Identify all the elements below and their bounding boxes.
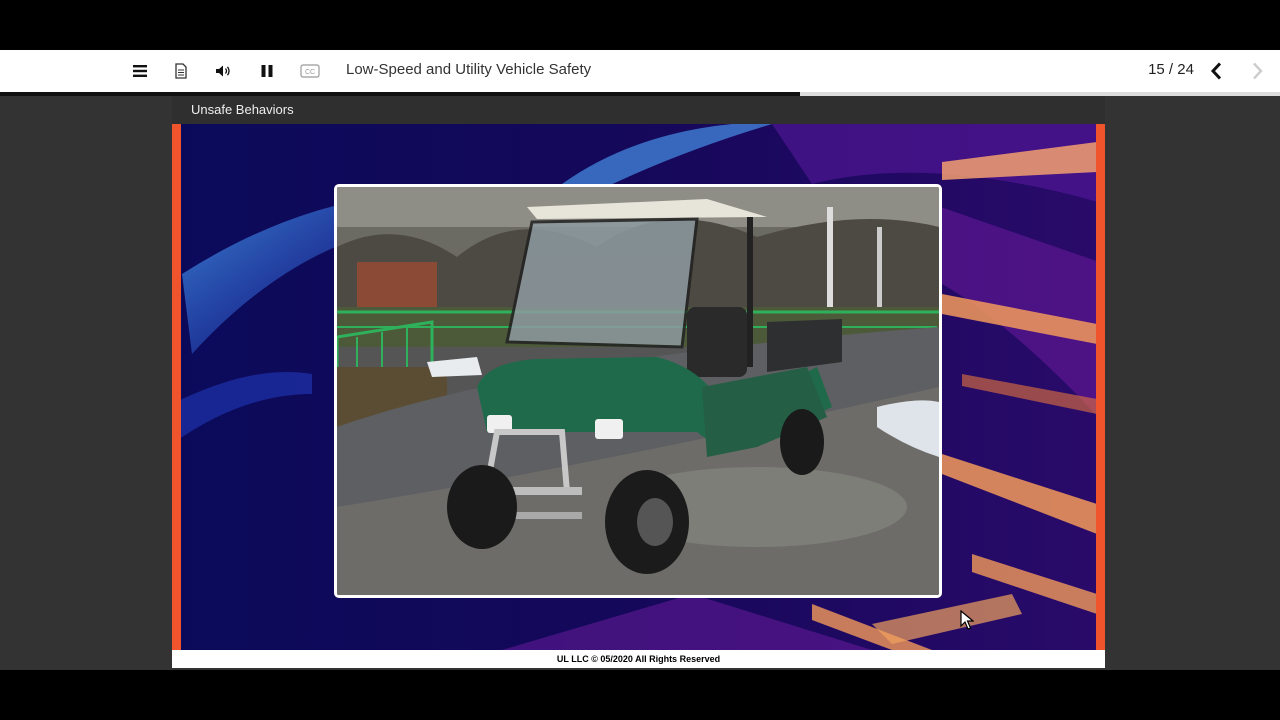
- player-toolbar: CC Low-Speed and Utility Vehicle Safety …: [0, 50, 1280, 92]
- chevron-right-icon: [1253, 62, 1263, 80]
- copyright-footer: UL LLC © 05/2020 All Rights Reserved: [172, 650, 1105, 668]
- captions-button[interactable]: CC: [296, 50, 324, 92]
- chevron-left-icon: [1210, 62, 1222, 80]
- previous-slide-button[interactable]: [1202, 50, 1230, 92]
- pause-icon: [261, 65, 273, 77]
- document-icon: [175, 63, 187, 79]
- speaker-volume-icon: [216, 65, 230, 77]
- page-counter: 15 / 24: [1148, 61, 1194, 78]
- vehicle-photo: [334, 184, 942, 598]
- mouse-cursor-icon: [960, 610, 974, 630]
- transcript-button[interactable]: [167, 50, 195, 92]
- course-title: Low-Speed and Utility Vehicle Safety: [346, 61, 592, 78]
- menu-button[interactable]: [126, 50, 154, 92]
- slide-canvas: [172, 124, 1105, 650]
- player-stage: Unsafe Behaviors UL LLC © 05/2020 All Ri…: [0, 96, 1280, 670]
- closed-captions-icon: CC: [300, 64, 320, 78]
- section-title: Unsafe Behaviors: [191, 102, 294, 117]
- captions-label: CC: [305, 69, 315, 76]
- slide-header: Unsafe Behaviors: [172, 96, 1105, 124]
- utility-vehicle-image: [337, 187, 939, 595]
- hamburger-menu-icon: [133, 65, 147, 77]
- pause-button[interactable]: [253, 50, 281, 92]
- audio-button[interactable]: [210, 50, 238, 92]
- next-slide-button[interactable]: [1244, 50, 1272, 92]
